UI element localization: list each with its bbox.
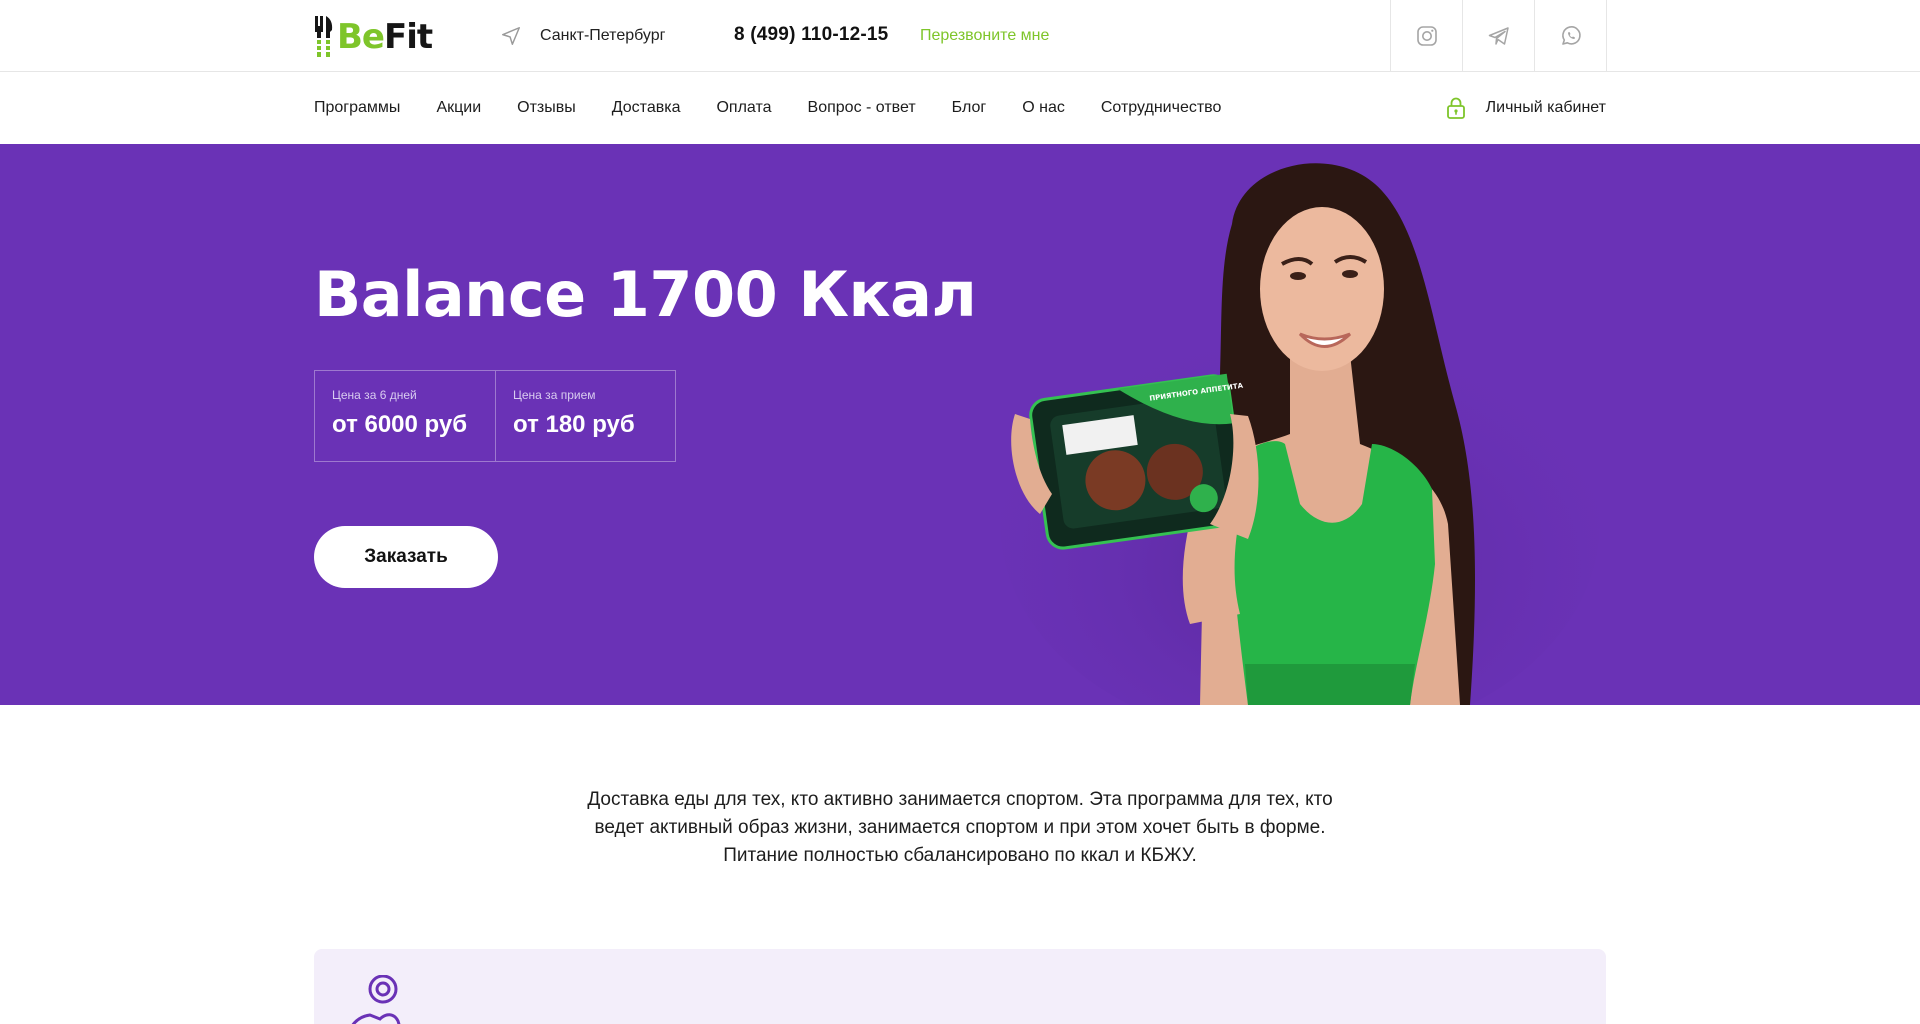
lock-icon — [1446, 97, 1465, 119]
city-selector[interactable]: Санкт-Петербург — [500, 22, 665, 50]
logo-be-text: Be — [337, 17, 385, 57]
price-box: Цена за 6 дней от 6000 руб Цена за прием… — [314, 370, 676, 462]
program-description: Доставка еды для тех, кто активно занима… — [540, 786, 1380, 870]
callback-link[interactable]: Перезвоните мне — [920, 27, 1049, 45]
logo-fit-text: Fit — [383, 17, 433, 57]
price-label: Цена за прием — [513, 388, 596, 402]
program-title: Balance 1700 Ккал — [314, 258, 977, 331]
description-line: Питание полностью сбалансировано по ккал… — [723, 845, 1197, 866]
instagram-button[interactable] — [1391, 0, 1463, 72]
price-value: от 6000 руб — [332, 411, 468, 438]
nav-item-blog[interactable]: Блог — [952, 99, 987, 117]
nav-item-about[interactable]: О нас — [1022, 99, 1065, 117]
nav-item-partnership[interactable]: Сотрудничество — [1101, 99, 1222, 117]
description-line: Доставка еды для тех, кто активно занима… — [587, 789, 1333, 810]
telegram-icon — [1488, 27, 1509, 45]
hero-banner: Balance 1700 Ккал Цена за 6 дней от 6000… — [0, 144, 1920, 705]
athlete-icon — [351, 975, 401, 1024]
instagram-icon — [1416, 26, 1437, 46]
telegram-button[interactable] — [1463, 0, 1535, 72]
location-arrow-icon — [502, 27, 520, 45]
city-name: Санкт-Петербург — [540, 27, 666, 44]
befit-logo[interactable]: BeFit — [314, 16, 433, 58]
nav-menu: Программы Акции Отзывы Доставка Оплата В… — [314, 72, 1257, 144]
nav-item-delivery[interactable]: Доставка — [612, 99, 681, 117]
nav-item-programs[interactable]: Программы — [314, 99, 400, 117]
hero-model-image: ПРИЯТНОГО АППЕТИТА — [1000, 163, 1600, 705]
price-value: от 180 руб — [513, 411, 635, 438]
account-label: Личный кабинет — [1485, 99, 1606, 116]
price-cell-6-days: Цена за 6 дней от 6000 руб — [315, 371, 495, 461]
fork-knife-logo-icon — [315, 16, 333, 57]
whatsapp-button[interactable] — [1535, 0, 1607, 72]
nav-item-payment[interactable]: Оплата — [716, 99, 771, 117]
main-nav: Программы Акции Отзывы Доставка Оплата В… — [0, 72, 1920, 144]
nav-item-promotions[interactable]: Акции — [436, 99, 481, 117]
nav-item-faq[interactable]: Вопрос - ответ — [808, 99, 916, 117]
top-bar: BeFit Санкт-Петербург 8 (499) 110-12-15 … — [0, 0, 1920, 72]
description-line: ведет активный образ жизни, занимается с… — [594, 817, 1326, 838]
feature-card — [314, 949, 1606, 1024]
order-button[interactable]: Заказать — [314, 526, 498, 588]
account-link[interactable]: Личный кабинет — [1446, 72, 1606, 144]
phone-number[interactable]: 8 (499) 110-12-15 — [734, 24, 888, 46]
nav-item-reviews[interactable]: Отзывы — [517, 99, 576, 117]
whatsapp-icon — [1561, 26, 1581, 45]
price-label: Цена за 6 дней — [332, 388, 417, 402]
social-links — [1390, 0, 1607, 72]
price-cell-per-meal: Цена за прием от 180 руб — [495, 371, 675, 461]
